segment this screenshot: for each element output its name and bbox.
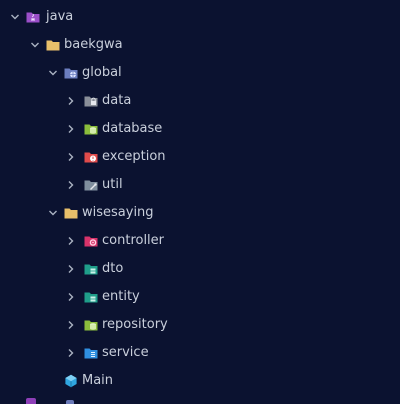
chevron-right-icon[interactable] [66,96,76,106]
tree-item-label: wisesaying [82,205,154,220]
entity-folder-icon [84,290,98,304]
repository-folder-icon [84,318,98,332]
tree-item-label: Main [82,373,114,388]
tree-item-label: database [102,121,163,136]
dto-folder-icon [84,262,98,276]
tree-item-label: service [102,345,149,360]
tree-item-dto[interactable]: dto [0,255,400,283]
chevron-down-icon[interactable] [48,208,58,218]
tree-item-label: exception [102,149,166,164]
tree-item-main[interactable]: Main [0,367,400,395]
service-folder-icon [84,346,98,360]
next-item-icon [66,400,74,404]
util-folder-icon [84,178,98,192]
package-folder-icon [46,38,60,52]
chevron-right-icon[interactable] [66,180,76,190]
chevron-right-icon[interactable] [66,320,76,330]
tree-item-label: global [82,65,122,80]
tree-item-repository[interactable]: repository [0,311,400,339]
database-folder-icon [84,122,98,136]
tree-item-database[interactable]: database [0,115,400,143]
chevron-right-icon[interactable] [66,236,76,246]
next-item-icon [26,398,36,404]
controller-folder-icon [84,234,98,248]
chevron-right-icon[interactable] [66,124,76,134]
tree-item-baekgwa[interactable]: baekgwa [0,31,400,59]
tree-item-label: entity [102,289,140,304]
chevron-right-icon[interactable] [66,348,76,358]
tree-item-label: java [46,9,74,24]
tree-item-controller[interactable]: controller [0,227,400,255]
chevron-down-icon[interactable] [48,68,58,78]
tree-item-util[interactable]: util [0,171,400,199]
chevron-right-icon[interactable] [66,264,76,274]
java-source-folder-icon [26,10,40,24]
tree-item-label: util [102,177,123,192]
tree-item-label: repository [102,317,168,332]
tree-item-label: baekgwa [64,37,123,52]
chevron-down-icon[interactable] [30,40,40,50]
tree-item-label: dto [102,261,124,276]
tree-item-service[interactable]: service [0,339,400,367]
tree-item-entity[interactable]: entity [0,283,400,311]
tree-item-wisesaying[interactable]: wisesaying [0,199,400,227]
chevron-down-icon[interactable] [10,12,20,22]
package-folder-icon [64,206,78,220]
tree-item-data[interactable]: data [0,87,400,115]
chevron-right-icon[interactable] [66,152,76,162]
chevron-right-icon[interactable] [66,292,76,302]
tree-item-global[interactable]: global [0,59,400,87]
tree-item-exception[interactable]: exception [0,143,400,171]
exception-folder-icon [84,150,98,164]
tree-item-label: controller [102,233,165,248]
global-folder-icon [64,66,78,80]
tree-item-java[interactable]: java [0,3,400,31]
data-folder-icon [84,94,98,108]
tree-item-label: data [102,93,132,108]
java-class-icon [64,374,78,388]
